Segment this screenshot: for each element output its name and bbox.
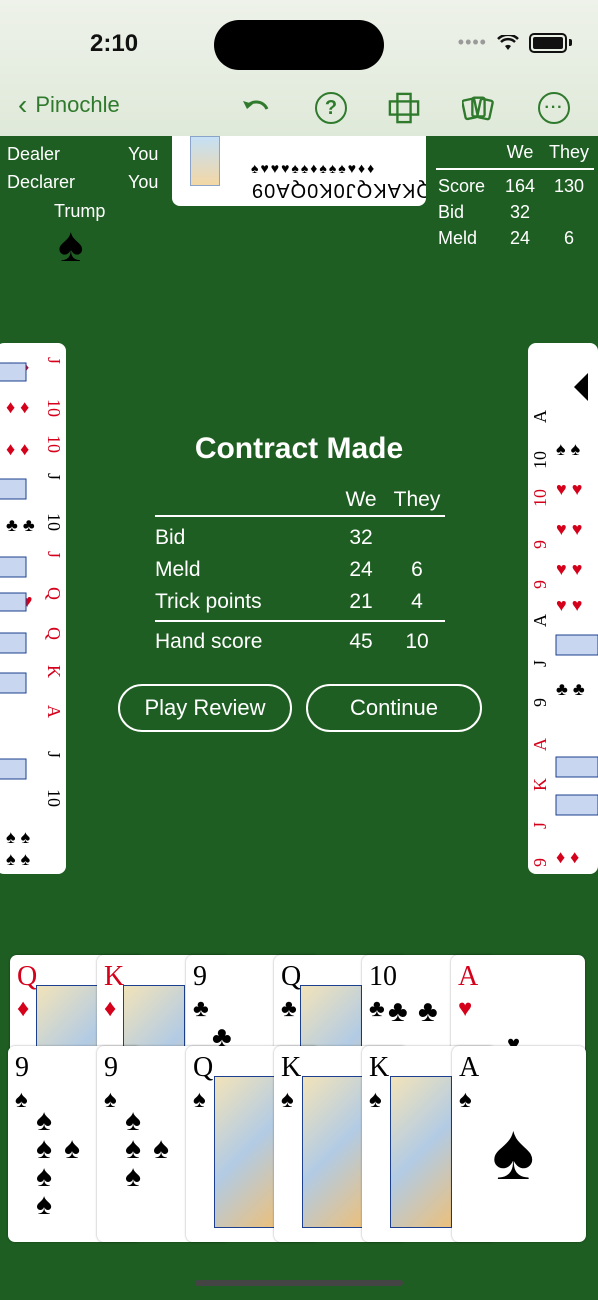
north-ranks: JQKAKQJ0K0QA09 [251, 179, 426, 201]
face-card-image [190, 136, 220, 186]
west-hand: J 10 10 J 10 J Q Q K A J 10 ♦ ♦ ♦ ♦ ♦ ♦ … [0, 343, 66, 874]
svg-text:9: 9 [530, 580, 550, 589]
svg-text:K: K [44, 665, 64, 678]
cards-icon[interactable] [462, 92, 494, 124]
svg-text:J: J [44, 551, 64, 558]
header-we: We [345, 488, 377, 511]
east-hand: A 10 10 9 9 A J 9 A K J 9 ♠ ♠ ♥ ♥ ♥ ♥ ♥ … [528, 343, 598, 874]
declarer-value: You [128, 172, 159, 192]
more-icon[interactable]: ··· [538, 92, 570, 124]
svg-text:9: 9 [530, 698, 550, 707]
wifi-icon [497, 34, 519, 50]
svg-text:9: 9 [530, 540, 550, 549]
table-divider [155, 620, 445, 622]
svg-text:10: 10 [44, 789, 64, 807]
svg-text:♥ ♥: ♥ ♥ [556, 559, 582, 579]
score-header-they: They [548, 142, 590, 162]
undo-icon[interactable] [240, 92, 272, 124]
svg-text:J: J [530, 660, 550, 667]
svg-text:♦ ♦: ♦ ♦ [6, 397, 29, 417]
svg-text:A: A [530, 614, 550, 627]
table-row: Bid 32 [155, 526, 373, 549]
svg-text:10: 10 [530, 489, 550, 507]
svg-text:♥ ♥: ♥ ♥ [556, 595, 582, 615]
svg-text:A: A [530, 738, 550, 751]
dealer-value: You [128, 144, 159, 164]
back-label: Pinochle [35, 92, 120, 117]
card[interactable]: A ♠ ♠ [452, 1046, 586, 1242]
svg-text:A: A [44, 705, 64, 718]
home-indicator[interactable] [195, 1280, 403, 1286]
header-they: They [393, 488, 441, 511]
spade-trump-icon: ♠ [58, 219, 84, 272]
svg-text:Q: Q [44, 627, 64, 640]
move-cards-icon[interactable] [388, 92, 420, 124]
west-card-stack: J 10 10 J 10 J Q Q K A J 10 ♦ ♦ ♦ ♦ ♦ ♦ … [0, 357, 64, 869]
svg-text:J: J [44, 751, 64, 758]
top-bar: 2:10 •••• ‹ Pinochle ? ··· [0, 0, 598, 136]
status-time: 2:10 [90, 30, 139, 57]
face-card-image [390, 1076, 452, 1228]
face-card-image [302, 1076, 364, 1228]
status-icons: •••• [458, 32, 572, 53]
svg-text:♠ ♠: ♠ ♠ [6, 827, 31, 847]
score-row: Score 164 130 [438, 176, 585, 196]
table-total-row: Hand score 45 10 [155, 630, 429, 653]
continue-button[interactable]: Continue [306, 684, 482, 732]
signal-icon: •••• [457, 32, 487, 52]
svg-text:K: K [530, 778, 550, 791]
spade-pip-icon: ♠ [64, 1132, 80, 1165]
svg-text:♥ ♥: ♥ ♥ [556, 519, 582, 539]
svg-text:J: J [44, 357, 64, 364]
face-card-image [214, 1076, 276, 1228]
east-card-stack: A 10 10 9 9 A J 9 A K J 9 ♠ ♠ ♥ ♥ ♥ ♥ ♥ … [530, 373, 598, 867]
club-pip-icon: ♣ [418, 995, 438, 1028]
dynamic-island [214, 20, 384, 70]
table-row: Meld 24 6 [155, 558, 423, 581]
spade-pip-icon: ♠ [125, 1160, 141, 1193]
svg-text:♣ ♣: ♣ ♣ [556, 679, 585, 699]
north-suits: ♠♥♥♥♠♠♦♠♠♠♥♦♦ [251, 160, 377, 176]
table-row: Trick points 21 4 [155, 590, 423, 613]
svg-text:J: J [44, 473, 64, 480]
svg-text:J: J [530, 822, 550, 829]
declarer-label: Declarer [7, 172, 76, 192]
north-hand: ♠♥♥♥♠♠♦♠♠♠♥♦♦ JQKAKQJ0K0QA09 [172, 136, 426, 206]
help-icon[interactable]: ? [315, 92, 347, 124]
svg-text:9: 9 [530, 858, 550, 867]
svg-text:♦ ♦: ♦ ♦ [556, 847, 579, 867]
svg-text:10: 10 [44, 513, 64, 531]
svg-text:♥ ♥: ♥ ♥ [556, 479, 582, 499]
battery-icon [529, 32, 567, 53]
svg-text:Q: Q [44, 587, 64, 600]
spade-pip-icon: ♠ [153, 1132, 169, 1165]
nav-bar: ‹ Pinochle ? ··· [0, 84, 598, 130]
svg-text:♠ ♠: ♠ ♠ [6, 849, 31, 869]
svg-text:♣ ♣: ♣ ♣ [6, 515, 35, 535]
spade-pip-icon: ♠ [36, 1188, 52, 1221]
club-pip-icon: ♣ [388, 995, 408, 1028]
svg-text:A: A [530, 410, 550, 423]
score-row: Bid 32 [438, 202, 531, 222]
play-review-button[interactable]: Play Review [118, 684, 292, 732]
score-divider [436, 168, 594, 170]
svg-text:10: 10 [44, 399, 64, 417]
dialog-title: Contract Made [194, 432, 404, 465]
spade-big-icon: ♠ [492, 1107, 535, 1196]
chevron-left-icon: ‹ [18, 89, 28, 120]
back-button[interactable]: ‹ Pinochle [18, 89, 120, 120]
table-divider [155, 515, 445, 517]
dealer-label: Dealer [7, 144, 61, 164]
score-header-we: We [506, 142, 534, 162]
score-row: Meld 24 6 [438, 228, 574, 248]
